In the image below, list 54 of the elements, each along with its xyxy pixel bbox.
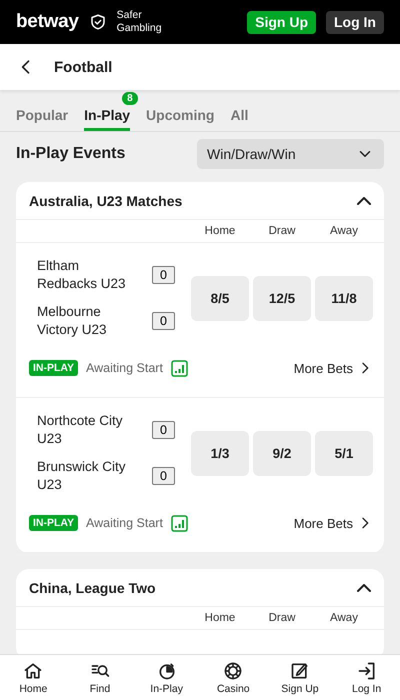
stats-icon[interactable] <box>170 360 188 376</box>
column-header: Away <box>329 225 359 237</box>
tab[interactable]: Popular <box>16 90 68 131</box>
column-header: Draw <box>268 612 296 624</box>
stats-icon[interactable] <box>170 514 188 532</box>
safer-gambling-link[interactable]: Safer Gambling <box>116 9 162 35</box>
home-icon <box>23 660 44 680</box>
odds-button[interactable]: 11/8 <box>315 276 373 320</box>
column-header: Home <box>204 612 236 624</box>
casino-chip-icon <box>223 660 244 680</box>
section-title: In-Play Events <box>16 145 126 163</box>
nav-item[interactable]: Casino <box>203 655 264 700</box>
score: 0 <box>152 266 175 284</box>
column-header: Draw <box>268 225 296 237</box>
score: 0 <box>152 467 175 485</box>
chevron-up-icon[interactable] <box>357 584 371 592</box>
in-play-badge: IN-PLAY <box>29 360 78 376</box>
team-name: Eltham Redbacks U23 <box>37 257 127 293</box>
competition-name: China, League Two <box>29 580 156 596</box>
odds-button[interactable]: 12/5 <box>253 276 311 320</box>
market-dropdown[interactable]: Win/Draw/Win <box>197 139 384 169</box>
odds-button[interactable]: 1/3 <box>191 430 249 476</box>
in-play-badge: IN-PLAY <box>29 515 78 531</box>
odds-button[interactable]: 9/2 <box>253 430 311 476</box>
match-status: Awaiting Start <box>86 516 163 530</box>
shield-check-icon <box>88 13 107 31</box>
nav-item[interactable]: Find <box>70 655 130 700</box>
stopwatch-icon <box>156 660 177 680</box>
match-status: Awaiting Start <box>86 361 163 375</box>
score: 0 <box>152 421 175 439</box>
nav-item[interactable]: Home <box>3 655 64 700</box>
more-bets-link[interactable]: More Bets <box>294 360 373 376</box>
brand-logo[interactable]: betway <box>16 11 79 33</box>
team-name: Northcote City U23 <box>37 412 124 448</box>
column-header: Home <box>204 225 236 237</box>
nav-item[interactable]: Sign Up <box>270 655 330 700</box>
team-name: Brunswick City U23 <box>37 458 127 494</box>
nav-item[interactable]: In-Play <box>136 655 197 700</box>
odds-button[interactable]: 5/1 <box>315 430 373 476</box>
competition-name: Australia, U23 Matches <box>29 192 182 208</box>
edit-icon <box>290 660 310 680</box>
log-in-button[interactable]: Log In <box>326 10 384 34</box>
nav-item[interactable]: Log In <box>336 655 397 700</box>
tab[interactable]: Upcoming <box>146 90 214 131</box>
login-icon <box>356 660 377 680</box>
chevron-up-icon[interactable] <box>357 196 371 204</box>
more-bets-link[interactable]: More Bets <box>294 515 373 531</box>
count-badge: 8 <box>122 92 138 105</box>
score: 0 <box>152 312 175 330</box>
odds-button[interactable]: 8/5 <box>191 276 249 320</box>
tab[interactable]: All <box>230 90 248 131</box>
page-title: Football <box>54 58 112 76</box>
team-name: Melbourne Victory U23 <box>37 303 108 339</box>
column-header: Away <box>329 612 359 624</box>
